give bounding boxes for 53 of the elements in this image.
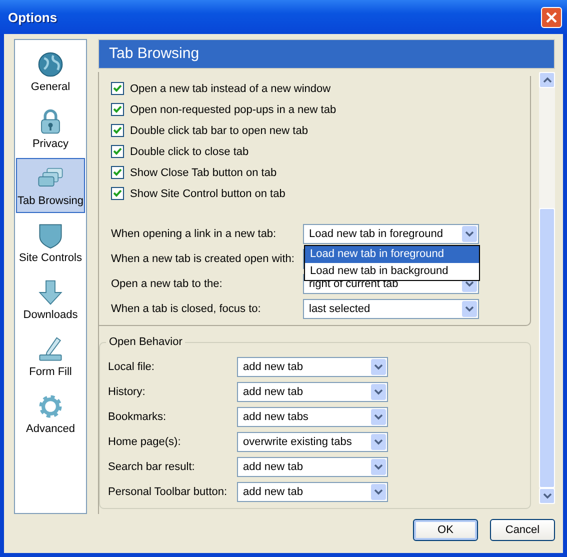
- setting-label: Open a new tab to the:: [111, 278, 224, 290]
- checkbox[interactable]: [111, 82, 124, 95]
- setting-label: When a tab is closed, focus to:: [111, 303, 262, 315]
- scroll-up-icon[interactable]: [539, 72, 555, 88]
- sidebar-item[interactable]: Advanced: [16, 386, 85, 441]
- setting-label: Search bar result:: [108, 461, 196, 473]
- down-arrow-icon: [37, 278, 64, 306]
- setting-label: Personal Toolbar button:: [108, 486, 228, 498]
- setting-label: When opening a link in a new tab:: [111, 228, 278, 240]
- scrollbar[interactable]: [539, 72, 555, 504]
- scroll-thumb[interactable]: [539, 208, 555, 488]
- setting-label: Bookmarks:: [108, 411, 168, 423]
- dropdown[interactable]: add new tab: [237, 382, 388, 402]
- pen-icon: [37, 336, 64, 362]
- close-button[interactable]: [541, 6, 562, 28]
- sidebar-item[interactable]: Site Controls: [16, 215, 85, 270]
- dialog-button[interactable]: OK: [413, 519, 478, 541]
- checkbox-label: Open a new tab instead of a new window: [130, 82, 331, 94]
- setting-label: When a new tab is created open with:: [111, 253, 296, 265]
- section-header: Tab Browsing: [98, 39, 555, 69]
- sidebar-item[interactable]: Privacy: [16, 101, 85, 156]
- group-title: Open Behavior: [106, 336, 186, 348]
- dropdown[interactable]: add new tab: [237, 482, 388, 502]
- dropdown[interactable]: add new tab: [237, 457, 388, 477]
- gear-icon: [37, 392, 64, 420]
- setting-label: History:: [108, 386, 146, 398]
- sidebar-item[interactable]: Form Fill: [16, 329, 85, 384]
- dropdown[interactable]: add new tabs: [237, 407, 388, 427]
- checkbox[interactable]: [111, 166, 124, 179]
- checkbox[interactable]: [111, 145, 124, 158]
- checkbox[interactable]: [111, 187, 124, 200]
- dropdown[interactable]: add new tab: [237, 357, 388, 377]
- setting-label: Home page(s):: [108, 436, 182, 448]
- checkbox[interactable]: [111, 103, 124, 116]
- setting-label: Local file:: [108, 361, 156, 373]
- dropdown[interactable]: last selected: [303, 299, 479, 319]
- checkbox-label: Double click to close tab: [130, 146, 249, 158]
- checkbox-label: Open non-requested pop-ups in a new tab: [130, 104, 336, 116]
- sidebar-item[interactable]: Tab Browsing: [16, 158, 85, 213]
- dialog-button[interactable]: Cancel: [490, 519, 555, 541]
- checkbox[interactable]: [111, 124, 124, 137]
- window-title: Options: [8, 10, 58, 24]
- sidebar-item[interactable]: General: [16, 44, 85, 99]
- scroll-down-icon[interactable]: [539, 488, 555, 504]
- sidebar-item[interactable]: Downloads: [16, 272, 85, 327]
- checkbox-label: Show Close Tab button on tab: [130, 166, 277, 178]
- close-icon: [546, 12, 557, 22]
- checkbox-label: Show Site Control button on tab: [130, 188, 286, 200]
- shield-icon: [37, 222, 64, 248]
- globe-icon: [37, 50, 64, 78]
- checkbox-label: Double click tab bar to open new tab: [130, 124, 308, 136]
- dropdown-option[interactable]: Load new tab in foreground: [305, 246, 479, 263]
- dropdown[interactable]: overwrite existing tabs: [237, 432, 388, 452]
